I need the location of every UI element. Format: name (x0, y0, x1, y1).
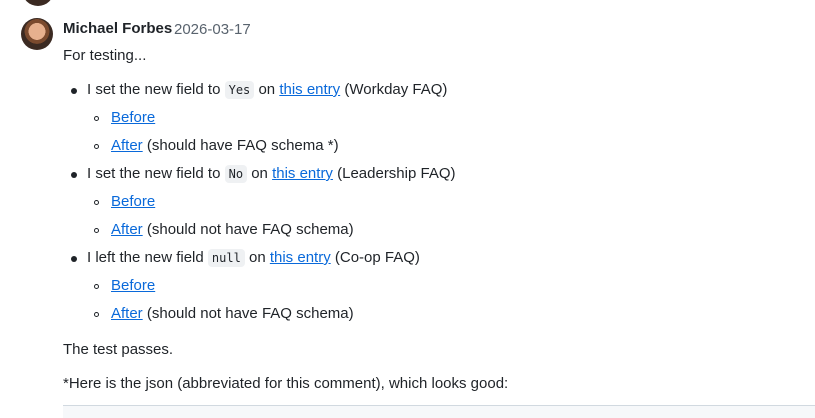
list-item: After (should not have FAQ schema) (111, 221, 354, 238)
comment-date[interactable]: 2026-03-17 (174, 21, 251, 38)
item-text: I set the new field to (87, 81, 221, 98)
avatar[interactable] (21, 18, 53, 50)
after-link[interactable]: After (111, 137, 143, 154)
item-text: on (258, 81, 276, 98)
item-text: on (248, 249, 266, 266)
comment-author[interactable]: Michael Forbes (63, 20, 172, 37)
before-link[interactable]: Before (111, 193, 155, 210)
list-item: After (should not have FAQ schema) (111, 305, 354, 322)
entry-link[interactable]: this entry (279, 81, 340, 98)
list-item: I left the new field null on this entry … (87, 249, 420, 267)
bullet-disc (71, 88, 77, 94)
item-text: I set the new field to (87, 165, 221, 182)
before-link[interactable]: Before (111, 277, 155, 294)
bullet-disc (71, 172, 77, 178)
footnote-text: *Here is the json (abbreviated for this … (63, 375, 509, 392)
list-item: Before (111, 277, 155, 294)
item-text: (Leadership FAQ) (337, 165, 456, 182)
inline-code: No (224, 165, 248, 183)
item-text: (Co-op FAQ) (334, 249, 420, 266)
item-note: (should not have FAQ schema) (146, 305, 354, 322)
comment-intro: For testing... (63, 47, 147, 64)
after-link[interactable]: After (111, 221, 143, 238)
item-note: (should not have FAQ schema) (146, 221, 354, 238)
list-item: Before (111, 193, 155, 210)
result-text: The test passes. (63, 341, 174, 358)
bullet-circle (94, 284, 99, 289)
item-text: (Workday FAQ) (344, 81, 448, 98)
list-item: I set the new field to Yes on this entry… (87, 81, 448, 99)
entry-link[interactable]: this entry (272, 165, 333, 182)
bullet-circle (94, 228, 99, 233)
list-item: I set the new field to No on this entry … (87, 165, 456, 183)
before-link[interactable]: Before (111, 109, 155, 126)
inline-code: Yes (224, 81, 255, 99)
entry-link[interactable]: this entry (270, 249, 331, 266)
item-text: I left the new field (87, 249, 204, 266)
list-item: Before (111, 109, 155, 126)
bullet-circle (94, 144, 99, 149)
bullet-circle (94, 116, 99, 121)
list-item: After (should have FAQ schema *) (111, 137, 339, 154)
item-note: (should have FAQ schema *) (146, 137, 339, 154)
bullet-circle (94, 200, 99, 205)
bullet-disc (71, 256, 77, 262)
previous-comment-avatar[interactable] (22, 0, 54, 6)
item-text: on (251, 165, 268, 182)
code-block[interactable] (63, 405, 815, 418)
bullet-circle (94, 312, 99, 317)
after-link[interactable]: After (111, 305, 143, 322)
inline-code: null (207, 249, 245, 267)
